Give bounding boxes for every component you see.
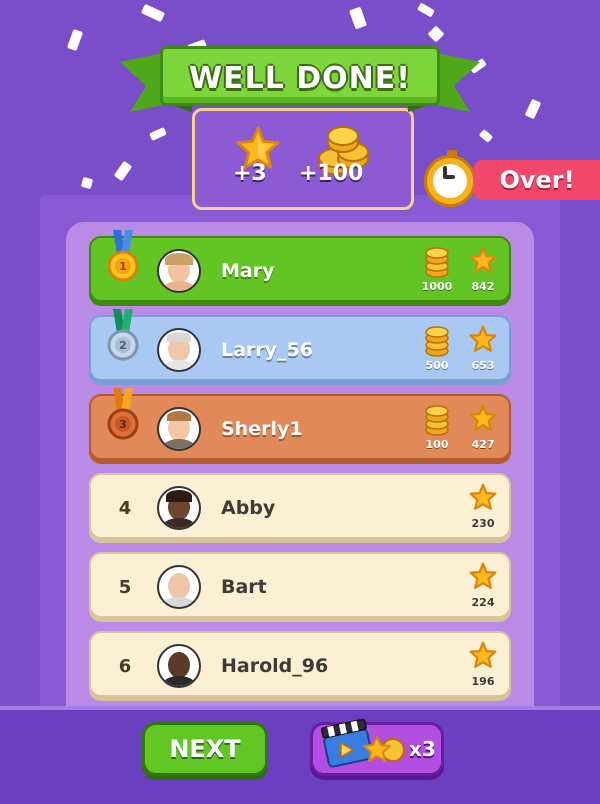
stars-value: 653 <box>471 359 495 372</box>
confetti <box>524 98 542 120</box>
coins-reward-value: +100 <box>299 161 364 186</box>
confetti <box>417 2 435 18</box>
player-name: Larry_56 <box>221 339 313 361</box>
stars-stat: 653 <box>463 325 503 377</box>
coins-stat: 100 <box>417 404 457 456</box>
player-name: Harold_96 <box>221 655 329 677</box>
stars-reward-value: +3 <box>233 161 267 186</box>
next-button[interactable]: NEXT <box>142 722 268 776</box>
timer-icon <box>424 150 476 207</box>
stars-value: 230 <box>471 517 495 530</box>
rank-number: 4 <box>118 497 132 519</box>
star-icon <box>469 641 497 668</box>
rank-number: 5 <box>118 576 132 598</box>
rank-number: 6 <box>118 655 132 677</box>
stars-stat: 230 <box>463 483 503 535</box>
stars-stat: 224 <box>463 562 503 614</box>
stars-stat: 842 <box>463 246 503 298</box>
svg-text:3: 3 <box>119 418 127 431</box>
star-icon <box>469 404 497 431</box>
star-coin-icon <box>363 736 405 762</box>
star-icon <box>469 325 497 352</box>
confetti <box>113 160 133 182</box>
player-name: Mary <box>221 260 275 282</box>
stars-value: 196 <box>471 675 495 688</box>
avatar <box>157 486 201 530</box>
reward-multiplier: x3 <box>409 737 436 761</box>
stars-value: 427 <box>471 438 495 451</box>
star-icon <box>469 246 497 273</box>
leaderboard-row: 6 Harold_96 196 <box>89 631 511 697</box>
avatar <box>157 644 201 688</box>
confetti <box>80 176 94 190</box>
stars-stat: 196 <box>463 641 503 693</box>
leaderboard-row: 3 Sherly1 100 427 <box>89 388 511 460</box>
confetti <box>140 3 166 23</box>
watch-video-bonus-button[interactable]: x3 <box>310 718 444 776</box>
coins-stat: 1000 <box>417 246 457 298</box>
medal-icon: 1 <box>107 230 139 282</box>
avatar <box>157 565 201 609</box>
confetti <box>66 28 84 52</box>
confetti <box>478 129 494 143</box>
coin-stack-icon <box>425 247 449 278</box>
leaderboard-row: 4 Abby 230 <box>89 473 511 539</box>
page-title: WELL DONE! <box>189 60 411 96</box>
star-icon <box>469 483 497 510</box>
confetti <box>348 6 368 30</box>
round-over-label: Over! <box>474 160 600 200</box>
coin-stack-icon <box>425 326 449 357</box>
player-name: Sherly1 <box>221 418 303 440</box>
avatar <box>157 407 201 451</box>
bottom-bar <box>0 706 600 804</box>
coins-stat: 500 <box>417 325 457 377</box>
player-name: Bart <box>221 576 267 598</box>
player-name: Abby <box>221 497 276 519</box>
stars-stat: 427 <box>463 404 503 456</box>
svg-text:1: 1 <box>119 260 127 273</box>
medal-icon: 3 <box>107 388 139 440</box>
leaderboard-row: 1 Mary 1000 842 <box>89 230 511 302</box>
stars-value: 224 <box>471 596 495 609</box>
medal-icon: 2 <box>107 309 139 361</box>
avatar <box>157 328 201 372</box>
star-icon <box>469 562 497 589</box>
svg-text:2: 2 <box>119 339 127 352</box>
coin-stack-icon <box>425 405 449 436</box>
avatar <box>157 249 201 293</box>
stars-value: 842 <box>471 280 495 293</box>
leaderboard-row: 2 Larry_56 500 653 <box>89 309 511 381</box>
leaderboard-row: 5 Bart 224 <box>89 552 511 618</box>
